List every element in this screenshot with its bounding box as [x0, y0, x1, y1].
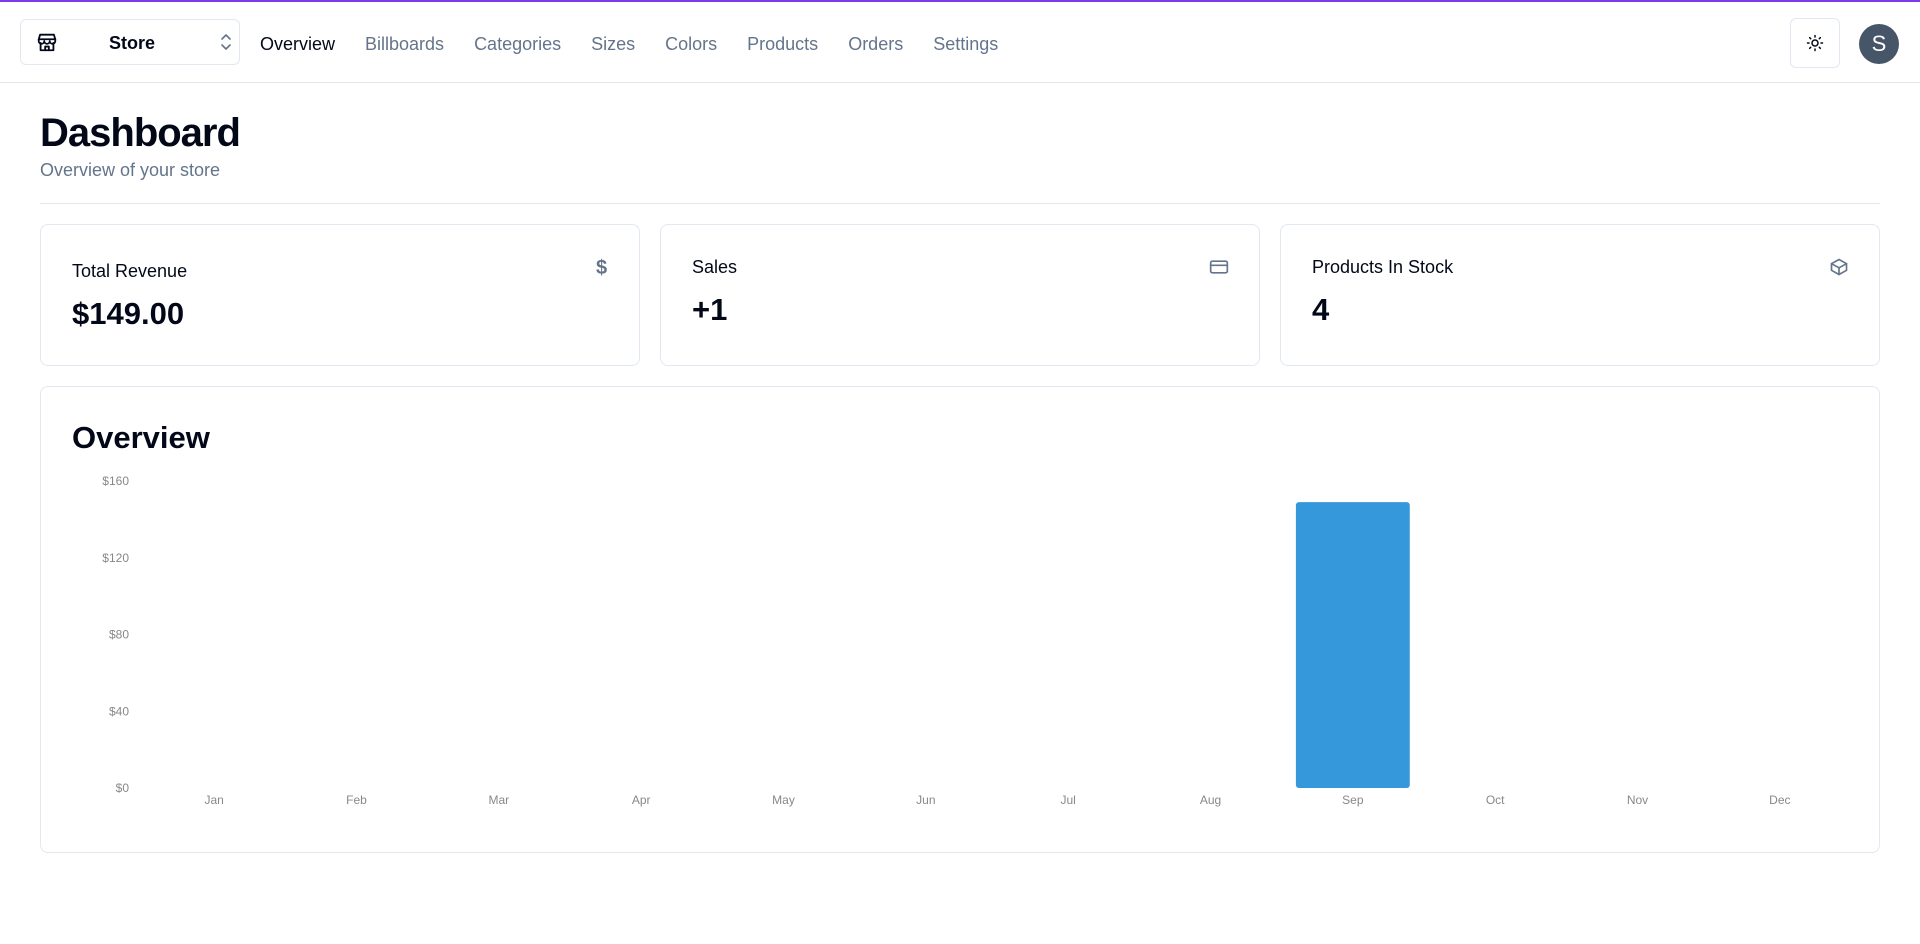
page-subtitle: Overview of your store — [40, 160, 221, 180]
sales-label: Sales — [692, 257, 738, 277]
package-icon — [1830, 258, 1848, 276]
overview-bar-chart: $0 $40 $80 $120 $160 Jan Feb Mar Apr May Jun Jul Aug… — [102, 474, 1790, 807]
x-tick-label: Jan — [204, 793, 223, 807]
total-revenue-value: $149.00 — [72, 296, 185, 331]
y-tick-label: $120 — [102, 551, 129, 565]
header-divider — [40, 203, 1880, 204]
chart-bar-sep — [1295, 502, 1410, 788]
x-tick-label: Feb — [346, 793, 367, 807]
nav-link-colors[interactable]: Colors — [665, 31, 717, 57]
credit-card-icon — [1209, 260, 1229, 274]
products-in-stock-value: 4 — [1312, 292, 1330, 327]
nav-link-products[interactable]: Products — [747, 31, 818, 57]
store-switcher[interactable]: Store — [20, 19, 240, 65]
sales-value: +1 — [692, 292, 728, 327]
sun-icon — [1806, 34, 1824, 52]
user-avatar[interactable]: S — [1859, 24, 1899, 64]
y-tick-label: $80 — [109, 628, 129, 642]
x-tick-label: Dec — [1769, 793, 1790, 807]
x-tick-label: Jul — [1060, 793, 1075, 807]
total-revenue-card: Total Revenue $ $149.00 — [40, 224, 640, 366]
nav-link-orders[interactable]: Orders — [848, 31, 903, 57]
x-tick-label: Mar — [488, 793, 509, 807]
main-nav: Overview Billboards Categories Sizes Col… — [260, 31, 1028, 57]
x-tick-label: Aug — [1200, 793, 1221, 807]
navbar: Store Overview Billboards Categories Siz… — [0, 2, 1920, 83]
y-tick-label: $160 — [102, 474, 129, 488]
nav-link-sizes[interactable]: Sizes — [591, 31, 635, 57]
nav-link-overview[interactable]: Overview — [260, 31, 335, 57]
y-tick-label: $0 — [116, 781, 130, 795]
x-tick-label: Oct — [1486, 793, 1505, 807]
store-name: Store — [109, 33, 156, 53]
y-tick-label: $40 — [109, 704, 129, 718]
x-tick-label: Sep — [1342, 793, 1364, 807]
x-tick-label: Nov — [1627, 793, 1648, 807]
products-in-stock-label: Products In Stock — [1312, 257, 1454, 277]
nav-link-categories[interactable]: Categories — [474, 31, 561, 57]
nav-link-billboards[interactable]: Billboards — [365, 31, 444, 57]
x-tick-label: Jun — [916, 793, 935, 807]
products-in-stock-card: Products In Stock 4 — [1280, 224, 1880, 366]
x-tick-label: Apr — [632, 793, 651, 807]
theme-toggle-button[interactable] — [1790, 18, 1840, 68]
store-icon — [37, 33, 57, 52]
x-tick-label: May — [772, 793, 795, 807]
overview-card: Overview $0 $40 $80 $120 $160 Jan Feb Mar Apr May… — [40, 386, 1880, 853]
dollar-icon: $ — [596, 257, 608, 279]
total-revenue-label: Total Revenue — [72, 261, 188, 281]
nav-link-settings[interactable]: Settings — [933, 31, 998, 57]
sales-card: Sales +1 — [660, 224, 1260, 366]
page-title: Dashboard — [40, 111, 241, 155]
chevrons-up-down-icon — [221, 34, 231, 50]
